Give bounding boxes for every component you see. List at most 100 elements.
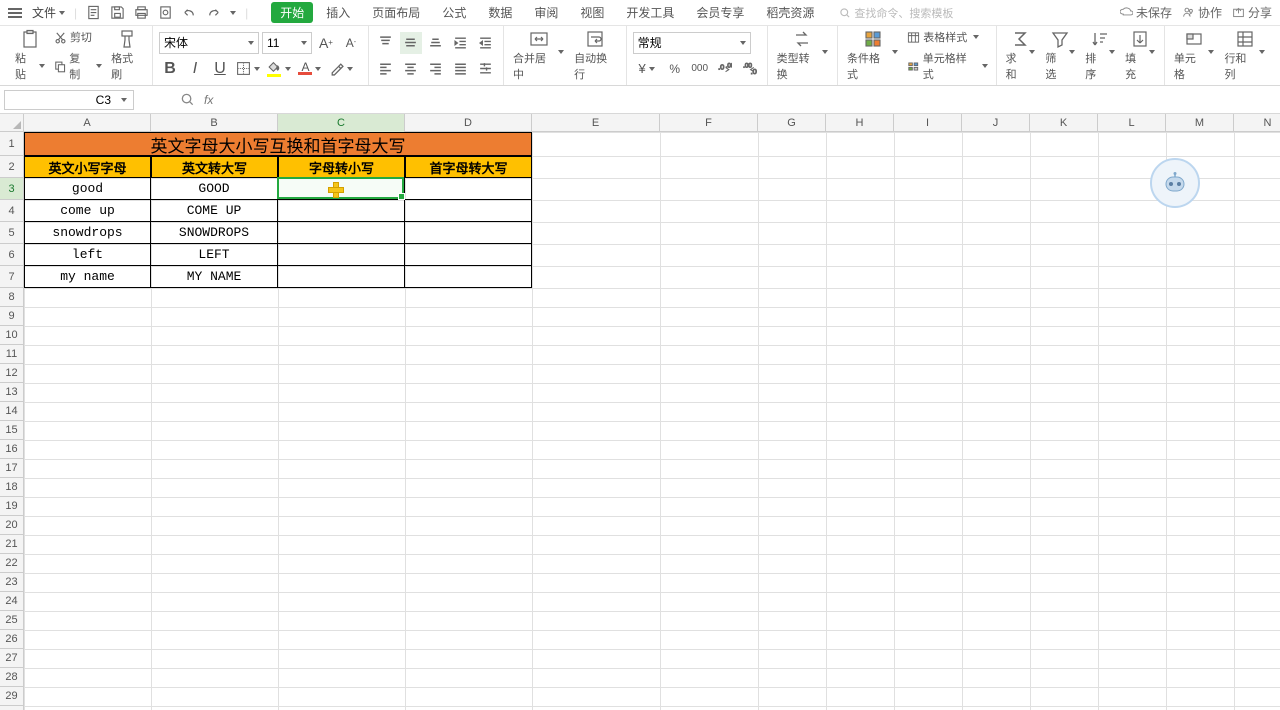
increase-indent-icon[interactable]	[475, 32, 497, 54]
data-cell[interactable]	[278, 244, 405, 266]
save-icon[interactable]	[106, 2, 128, 24]
tab-layout[interactable]: 页面布局	[363, 2, 429, 23]
percent-icon[interactable]: %	[664, 58, 686, 80]
paste-button[interactable]: 粘贴	[12, 28, 48, 83]
svg-text:.0: .0	[718, 63, 724, 72]
border-icon[interactable]	[234, 58, 262, 80]
merge-center-button[interactable]: 合并居中	[510, 29, 567, 82]
print-icon[interactable]	[130, 2, 152, 24]
data-cell[interactable]: MY NAME	[151, 266, 278, 288]
data-cell[interactable]	[405, 178, 532, 200]
ribbon: 粘贴 剪切 复制 格式刷 宋体 11 A+ A- B I U A	[0, 26, 1280, 86]
formula-bar: C3 fx	[0, 86, 1280, 114]
align-left-icon[interactable]	[375, 58, 397, 80]
data-cell[interactable]	[278, 222, 405, 244]
data-cell[interactable]: snowdrops	[24, 222, 151, 244]
table-style-button[interactable]: 表格样式	[905, 28, 989, 46]
fill-color-icon[interactable]	[265, 58, 293, 80]
data-cell[interactable]: come up	[24, 200, 151, 222]
tab-member[interactable]: 会员专享	[687, 2, 753, 23]
increase-decimal-icon[interactable]: .0.00	[714, 58, 736, 80]
decrease-indent-icon[interactable]	[450, 32, 472, 54]
column-headers[interactable]: ABCDEFGHIJKLMN	[24, 114, 1280, 132]
data-cell[interactable]: good	[24, 178, 151, 200]
tab-formula[interactable]: 公式	[433, 2, 475, 23]
font-color-icon[interactable]: A	[296, 58, 324, 80]
tab-insert[interactable]: 插入	[317, 2, 359, 23]
header-cell: 字母转小写	[278, 156, 405, 178]
sort-button[interactable]: 排序	[1082, 29, 1118, 82]
search-hint[interactable]: 查找命令、搜索模板	[839, 5, 953, 21]
sum-button[interactable]: 求和	[1003, 29, 1039, 82]
format-painter-button[interactable]: 格式刷	[108, 28, 146, 83]
decrease-decimal-icon[interactable]: .00.0	[739, 58, 761, 80]
tab-data[interactable]: 数据	[479, 2, 521, 23]
data-cell[interactable]: LEFT	[151, 244, 278, 266]
orientation-icon[interactable]	[475, 58, 497, 80]
tab-view[interactable]: 视图	[571, 2, 613, 23]
font-select[interactable]: 宋体	[159, 32, 259, 54]
tab-start[interactable]: 开始	[271, 2, 313, 23]
fx-label[interactable]: fx	[204, 93, 213, 107]
data-cell[interactable]	[405, 244, 532, 266]
file-menu[interactable]: 文件	[28, 4, 69, 21]
data-cell[interactable]	[405, 222, 532, 244]
bold-icon[interactable]: B	[159, 58, 181, 80]
filter-button[interactable]: 筛选	[1042, 29, 1078, 82]
hamburger-icon[interactable]	[8, 8, 22, 18]
align-right-icon[interactable]	[425, 58, 447, 80]
chevron-down-icon[interactable]	[230, 11, 236, 15]
svg-text:.0: .0	[751, 67, 757, 76]
data-cell[interactable]: COME UP	[151, 200, 278, 222]
cut-button[interactable]: 剪切	[52, 28, 104, 46]
align-top-icon[interactable]	[375, 32, 397, 54]
formula-input[interactable]	[219, 90, 1276, 110]
italic-icon[interactable]: I	[184, 58, 206, 80]
print-preview-icon[interactable]	[154, 2, 176, 24]
redo-icon[interactable]	[202, 2, 224, 24]
type-convert-button[interactable]: 类型转换	[774, 29, 831, 82]
cell-grid[interactable]: 英文字母大小写互换和首字母大写英文小写字母英文转大写字母转小写首字母转大写goo…	[24, 132, 1280, 710]
coop-link[interactable]: 协作	[1182, 4, 1222, 21]
wrap-text-button[interactable]: 自动换行	[571, 29, 620, 82]
underline-icon[interactable]: U	[209, 58, 231, 80]
font-size-select[interactable]: 11	[262, 32, 312, 54]
tab-resources[interactable]: 稻壳资源	[757, 2, 823, 23]
currency-icon[interactable]: ¥	[633, 58, 661, 80]
data-cell[interactable]	[278, 200, 405, 222]
data-cell[interactable]: GOOD	[151, 178, 278, 200]
name-box[interactable]: C3	[4, 90, 134, 110]
data-cell[interactable]	[278, 178, 405, 200]
data-cell[interactable]	[405, 200, 532, 222]
copy-button[interactable]: 复制	[52, 49, 104, 83]
cell-style-button[interactable]: 单元格样式	[905, 49, 989, 83]
align-center-icon[interactable]	[400, 58, 422, 80]
tab-review[interactable]: 审阅	[525, 2, 567, 23]
align-bottom-icon[interactable]	[425, 32, 447, 54]
cell-button[interactable]: 单元格	[1171, 29, 1218, 82]
unsaved-status[interactable]: 未保存	[1120, 4, 1172, 21]
share-link[interactable]: 分享	[1232, 4, 1272, 21]
fill-button[interactable]: 填充	[1122, 29, 1158, 82]
number-format-select[interactable]: 常规	[633, 32, 751, 54]
assistant-avatar[interactable]	[1150, 158, 1200, 208]
select-all-corner[interactable]	[0, 114, 24, 132]
data-cell[interactable]: SNOWDROPS	[151, 222, 278, 244]
align-justify-icon[interactable]	[450, 58, 472, 80]
data-cell[interactable]: left	[24, 244, 151, 266]
search-icon[interactable]	[176, 89, 198, 111]
conditional-format-button[interactable]: 条件格式	[844, 28, 901, 83]
align-middle-icon[interactable]	[400, 32, 422, 54]
new-doc-icon[interactable]	[82, 2, 104, 24]
data-cell[interactable]	[278, 266, 405, 288]
undo-icon[interactable]	[178, 2, 200, 24]
comma-icon[interactable]: 000	[689, 58, 711, 80]
row-headers[interactable]: 1234567891011121314151617181920212223242…	[0, 132, 24, 710]
rowcol-button[interactable]: 行和列	[1221, 29, 1268, 82]
increase-font-icon[interactable]: A+	[315, 32, 337, 54]
data-cell[interactable]	[405, 266, 532, 288]
clear-format-icon[interactable]	[327, 58, 355, 80]
tab-devtools[interactable]: 开发工具	[617, 2, 683, 23]
decrease-font-icon[interactable]: A-	[340, 32, 362, 54]
data-cell[interactable]: my name	[24, 266, 151, 288]
